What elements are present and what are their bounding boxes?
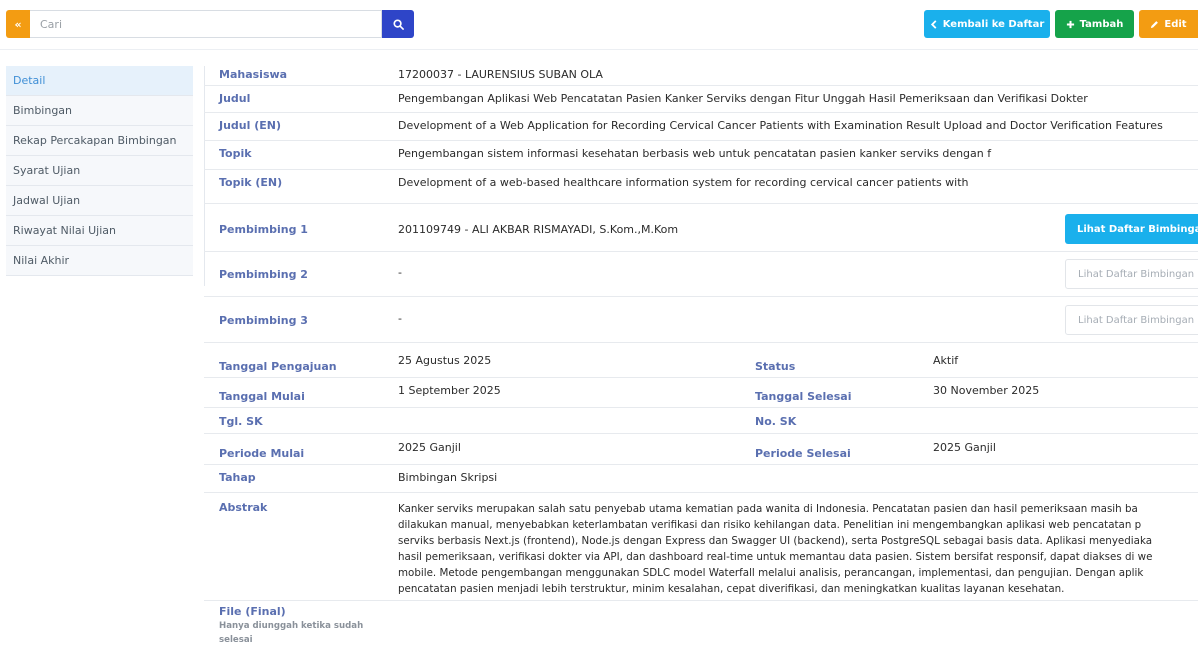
row-pembimbing-2: Pembimbing 2 - Lihat Daftar Bimbingan <box>204 252 1198 297</box>
label-judul-en: Judul (EN) <box>219 119 282 132</box>
abstract-line: Kanker serviks merupakan salah satu peny… <box>398 503 1138 515</box>
search-input[interactable] <box>30 10 382 38</box>
thesis-detail-panel: Mahasiswa 17200037 - LAURENSIUS SUBAN OL… <box>204 62 1198 658</box>
sidebar-item-rekap-percakapan[interactable]: Rekap Percakapan Bimbingan <box>6 126 193 156</box>
value-periode-mulai: 2025 Ganjil <box>398 441 461 454</box>
value-abstrak: Kanker serviks merupakan salah satu peny… <box>398 501 1198 597</box>
value-topik-en: Development of a web-based healthcare in… <box>398 176 969 189</box>
edit-button[interactable]: Edit <box>1139 10 1198 38</box>
row-tahap: Tahap Bimbingan Skripsi <box>204 465 1198 493</box>
value-pembimbing-2: - <box>398 266 402 279</box>
abstract-line: dilakukan manual, menyebabkan keterlamba… <box>398 519 1142 531</box>
edit-button-label: Edit <box>1164 18 1187 30</box>
row-abstrak: Abstrak Kanker serviks merupakan salah s… <box>204 493 1198 601</box>
value-tanggal-mulai: 1 September 2025 <box>398 384 501 397</box>
row-tanggal-mulai: Tanggal Mulai 1 September 2025 Tanggal S… <box>204 378 1198 408</box>
detail-sidebar-nav: Detail Bimbingan Rekap Percakapan Bimbin… <box>6 66 193 276</box>
sidebar-item-detail[interactable]: Detail <box>6 66 193 96</box>
label-tahap: Tahap <box>219 471 256 484</box>
value-judul-en: Development of a Web Application for Rec… <box>398 119 1163 132</box>
row-judul: Judul Pengembangan Aplikasi Web Pencatat… <box>204 86 1198 113</box>
sidebar-item-syarat-ujian[interactable]: Syarat Ujian <box>6 156 193 186</box>
row-periode: Periode Mulai 2025 Ganjil Periode Selesa… <box>204 434 1198 465</box>
row-pembimbing-3: Pembimbing 3 - Lihat Daftar Bimbingan <box>204 297 1198 343</box>
label-pembimbing-3: Pembimbing 3 <box>219 314 308 327</box>
sidebar-item-nilai-akhir[interactable]: Nilai Akhir <box>6 246 193 276</box>
value-tanggal-selesai: 30 November 2025 <box>933 384 1040 397</box>
add-button[interactable]: Tambah <box>1055 10 1134 38</box>
label-no-sk: No. SK <box>755 415 797 428</box>
label-periode-selesai: Periode Selesai <box>755 447 851 460</box>
row-topik: Topik Pengembangan sistem informasi kese… <box>204 141 1198 170</box>
search-icon <box>392 18 404 30</box>
value-pembimbing-1: 201109749 - ALI AKBAR RISMAYADI, S.Kom.,… <box>398 223 679 236</box>
double-chevron-left-icon: « <box>14 17 22 31</box>
plus-icon <box>1066 20 1074 28</box>
label-tanggal-selesai: Tanggal Selesai <box>755 390 852 403</box>
label-pembimbing-1: Pembimbing 1 <box>219 223 308 236</box>
search-button[interactable] <box>382 10 414 38</box>
label-topik-en: Topik (EN) <box>219 176 283 189</box>
label-status: Status <box>755 360 796 373</box>
label-abstrak: Abstrak <box>219 501 268 514</box>
abstract-line: mobile. Metode pengembangan menggunakan … <box>398 567 1144 579</box>
back-to-list-button[interactable]: Kembali ke Daftar <box>924 10 1050 38</box>
row-mahasiswa: Mahasiswa 17200037 - LAURENSIUS SUBAN OL… <box>204 62 1198 86</box>
label-tgl-sk: Tgl. SK <box>219 415 263 428</box>
top-toolbar: « Kembali ke Daftar Tambah Edit <box>0 0 1198 50</box>
label-topik: Topik <box>219 147 252 160</box>
row-file-final: File (Final) Hanya diunggah ketika sudah… <box>204 601 1198 658</box>
label-judul: Judul <box>219 92 251 105</box>
view-guidance-list-button-3[interactable]: Lihat Daftar Bimbingan <box>1065 305 1198 335</box>
abstract-line: serviks berbasis Next.js (frontend), Nod… <box>398 535 1153 547</box>
label-mahasiswa: Mahasiswa <box>219 68 288 81</box>
chevron-left-icon <box>930 19 937 29</box>
label-tanggal-pengajuan: Tanggal Pengajuan <box>219 360 337 373</box>
label-periode-mulai: Periode Mulai <box>219 447 305 460</box>
row-judul-en: Judul (EN) Development of a Web Applicat… <box>204 113 1198 141</box>
sidebar-item-jadwal-ujian[interactable]: Jadwal Ujian <box>6 186 193 216</box>
sidebar-item-bimbingan[interactable]: Bimbingan <box>6 96 193 126</box>
value-periode-selesai: 2025 Ganjil <box>933 441 996 454</box>
label-pembimbing-2: Pembimbing 2 <box>219 268 308 281</box>
value-judul: Pengembangan Aplikasi Web Pencatatan Pas… <box>398 92 1088 105</box>
row-pembimbing-1: Pembimbing 1 201109749 - ALI AKBAR RISMA… <box>204 204 1198 252</box>
abstract-line: pencatatan pasien menjadi lebih terstruk… <box>398 583 1065 595</box>
abstract-line: hasil pemeriksaan, verifikasi dokter via… <box>398 551 1153 563</box>
row-tanggal-pengajuan: Tanggal Pengajuan 25 Agustus 2025 Status… <box>204 343 1198 378</box>
label-file-final: File (Final) <box>219 605 286 618</box>
collapse-sidebar-button[interactable]: « <box>6 10 30 38</box>
pencil-icon <box>1151 20 1159 28</box>
view-guidance-list-button-2[interactable]: Lihat Daftar Bimbingan <box>1065 259 1198 289</box>
value-pembimbing-3: - <box>398 312 402 325</box>
value-topik: Pengembangan sistem informasi kesehatan … <box>398 147 992 160</box>
row-tgl-sk: Tgl. SK No. SK <box>204 408 1198 434</box>
add-button-label: Tambah <box>1079 18 1124 30</box>
value-status: Aktif <box>933 354 959 367</box>
file-final-note: Hanya diunggah ketika sudah selesai <box>219 621 364 645</box>
row-topik-en: Topik (EN) Development of a web-based he… <box>204 170 1198 204</box>
sidebar-item-riwayat-nilai[interactable]: Riwayat Nilai Ujian <box>6 216 193 246</box>
label-tanggal-mulai: Tanggal Mulai <box>219 390 305 403</box>
back-button-label: Kembali ke Daftar <box>942 18 1045 30</box>
value-tahap: Bimbingan Skripsi <box>398 471 498 484</box>
value-mahasiswa: 17200037 - LAURENSIUS SUBAN OLA <box>398 68 603 81</box>
view-guidance-list-button-1[interactable]: Lihat Daftar Bimbingan <box>1065 214 1198 244</box>
value-tanggal-pengajuan: 25 Agustus 2025 <box>398 354 492 367</box>
